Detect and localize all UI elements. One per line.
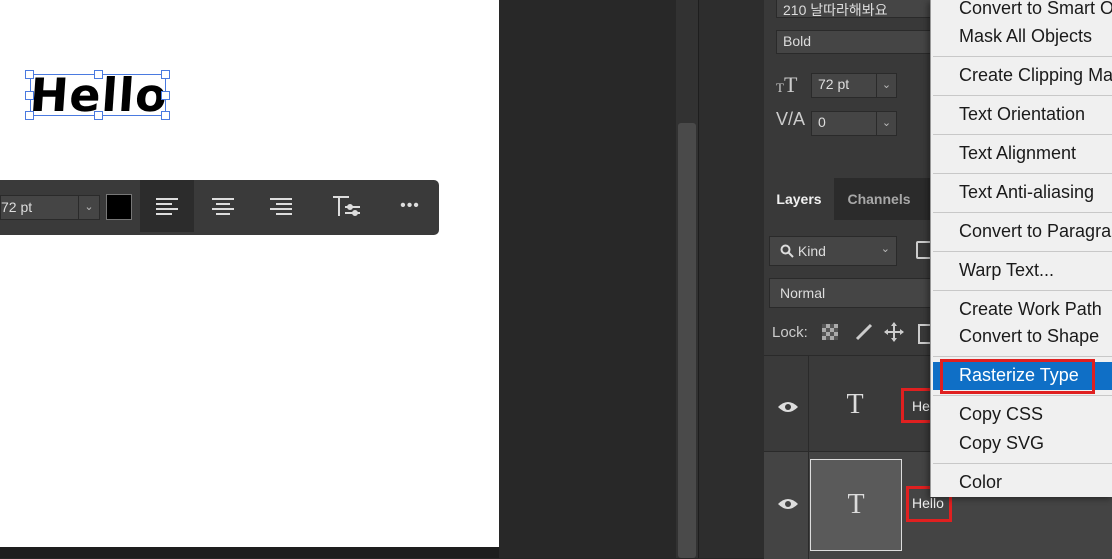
menu-item-text-alignment[interactable]: Text Alignment [959, 143, 1076, 164]
more-options-button[interactable]: ••• [383, 180, 437, 232]
filter-kind-dropdown[interactable]: Kind ⌄ [769, 236, 897, 266]
transform-handle[interactable] [25, 70, 34, 79]
menu-item-create-work-path[interactable]: Create Work Path [959, 299, 1102, 320]
menu-separator [933, 173, 1112, 174]
transform-handle[interactable] [94, 111, 103, 120]
annotation-highlight-box [940, 359, 1095, 394]
font-size-field[interactable]: 72 pt ⌄ [0, 195, 100, 220]
menu-item-copy-css[interactable]: Copy CSS [959, 404, 1043, 425]
font-size-icon: TT [776, 72, 798, 97]
menu-item-convert-to-paragraph[interactable]: Convert to Paragrap [959, 221, 1112, 242]
menu-item-text-anti-aliasing[interactable]: Text Anti-aliasing [959, 182, 1094, 203]
menu-item-copy-svg[interactable]: Copy SVG [959, 433, 1044, 454]
menu-separator [933, 290, 1112, 291]
text-color-swatch[interactable] [106, 194, 132, 220]
menu-item-color[interactable]: Color [959, 472, 1002, 493]
tab-channels[interactable]: Channels [834, 178, 924, 220]
eye-icon[interactable] [777, 497, 799, 511]
scrollbar-thumb[interactable] [678, 123, 696, 558]
menu-separator [933, 356, 1112, 357]
menu-item-convert-to-shape[interactable]: Convert to Shape [959, 326, 1099, 347]
font-style-value: Bold [783, 33, 812, 49]
search-icon [780, 244, 794, 258]
type-settings-icon [333, 196, 360, 216]
menu-separator [933, 395, 1112, 396]
type-layer-icon: T [846, 389, 864, 420]
lock-label: Lock: [772, 324, 808, 341]
font-family-field[interactable]: 210 날따라해봐요 [776, 0, 946, 18]
lock-position-icon[interactable] [884, 322, 904, 342]
workspace-bottom-strip [0, 547, 499, 558]
type-layer-icon: T [847, 489, 865, 520]
eye-icon[interactable] [777, 400, 799, 414]
panel-dock-strip [698, 0, 765, 558]
type-settings-button[interactable] [318, 180, 372, 232]
chevron-down-icon[interactable]: ⌄ [876, 73, 897, 98]
tab-channels-label: Channels [847, 191, 911, 207]
font-size-value: 72 pt [1, 199, 33, 215]
align-right-button[interactable] [254, 180, 308, 232]
align-left-icon [156, 198, 178, 215]
menu-separator [933, 56, 1112, 57]
menu-item-convert-to-smart-object[interactable]: Convert to Smart O [959, 0, 1112, 19]
transform-handle[interactable] [161, 70, 170, 79]
align-right-icon [270, 198, 292, 215]
menu-separator [933, 95, 1112, 96]
transform-handle[interactable] [161, 111, 170, 120]
layer-thumbnail: T [810, 459, 902, 551]
chevron-down-icon[interactable]: ⌄ [78, 196, 99, 219]
align-center-button[interactable] [196, 180, 250, 232]
transform-handle[interactable] [161, 91, 170, 100]
align-left-button[interactable] [140, 180, 194, 232]
menu-item-mask-all-objects[interactable]: Mask All Objects [959, 26, 1092, 47]
font-style-field[interactable]: Bold [776, 30, 946, 54]
blend-mode-value: Normal [780, 285, 826, 301]
layer-context-menu: Convert to Smart O Mask All Objects Crea… [930, 0, 1112, 497]
lock-artboard-icon[interactable] [918, 324, 930, 344]
transform-handle[interactable] [25, 91, 34, 100]
menu-item-warp-text[interactable]: Warp Text... [959, 260, 1054, 281]
transform-handle[interactable] [25, 111, 34, 120]
transform-handle[interactable] [94, 70, 103, 79]
menu-item-create-clipping-mask[interactable]: Create Clipping Ma [959, 65, 1112, 86]
tab-layers[interactable]: Layers [764, 178, 834, 220]
align-center-icon [212, 198, 234, 215]
blend-mode-dropdown[interactable]: Normal [769, 278, 949, 308]
menu-separator [933, 134, 1112, 135]
tracking-icon: V/A [776, 109, 806, 129]
more-options-icon: ••• [400, 197, 420, 214]
chevron-down-icon: ⌄ [880, 243, 890, 255]
menu-separator [933, 212, 1112, 213]
font-family-value: 210 날따라해봐요 [783, 2, 888, 18]
lock-transparency-icon[interactable] [822, 324, 838, 340]
lock-paint-icon[interactable] [854, 322, 874, 342]
menu-item-text-orientation[interactable]: Text Orientation [959, 104, 1085, 125]
tab-layers-label: Layers [776, 191, 822, 207]
menu-separator [933, 463, 1112, 464]
menu-separator [933, 251, 1112, 252]
contextual-task-bar: 72 pt ⌄ ••• [0, 180, 439, 235]
workspace-background [499, 0, 676, 558]
filter-kind-label: Kind [797, 243, 826, 259]
tracking-value: 0 [818, 114, 826, 130]
chevron-down-icon[interactable]: ⌄ [876, 111, 897, 136]
layer-thumbnail: T [810, 362, 900, 448]
font-size-value: 72 pt [818, 76, 850, 92]
